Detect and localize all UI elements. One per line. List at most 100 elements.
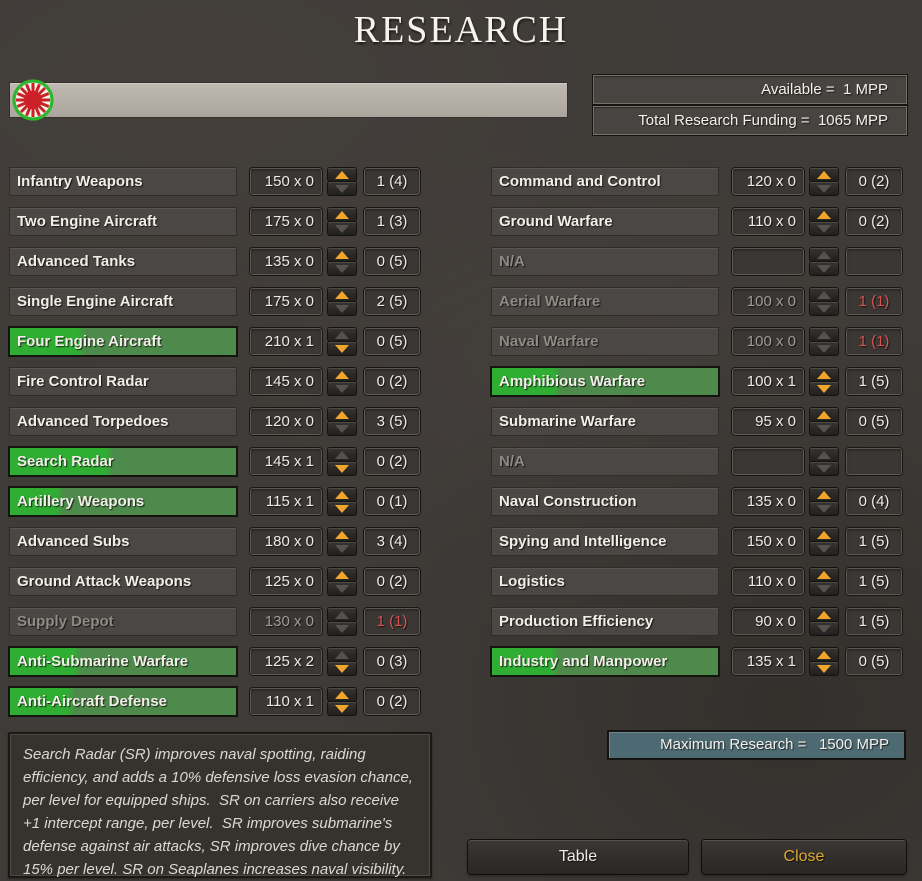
research-item-label[interactable]: Ground Attack Weapons bbox=[10, 568, 236, 595]
research-item-label[interactable]: Advanced Tanks bbox=[10, 248, 236, 275]
research-row-advanced-torpedoes: Advanced Torpedoes 120 x 0 3 (5) bbox=[10, 408, 420, 435]
investment-cost-value: 135 x 0 bbox=[250, 248, 322, 275]
research-item-label[interactable]: Command and Control bbox=[492, 168, 718, 195]
research-row-spying-and-intelligence: Spying and Intelligence 150 x 0 1 (5) bbox=[492, 528, 902, 555]
arrow-up-icon bbox=[335, 370, 349, 379]
increase-investment-button[interactable] bbox=[810, 568, 838, 581]
increase-investment-button[interactable] bbox=[328, 208, 356, 221]
research-level-value: 0 (2) bbox=[846, 168, 902, 195]
research-level-value: 3 (4) bbox=[364, 528, 420, 555]
increase-investment-button[interactable] bbox=[328, 488, 356, 501]
research-level-value: 2 (5) bbox=[364, 288, 420, 315]
research-item-label[interactable]: Advanced Subs bbox=[10, 528, 236, 555]
investment-cost-value: 175 x 0 bbox=[250, 208, 322, 235]
arrow-up-icon bbox=[335, 170, 349, 179]
decrease-investment-button[interactable] bbox=[810, 382, 838, 395]
increase-investment-button[interactable] bbox=[328, 168, 356, 181]
increase-investment-button[interactable] bbox=[328, 688, 356, 701]
increase-investment-button[interactable] bbox=[810, 408, 838, 421]
research-item-label[interactable]: Artillery Weapons bbox=[10, 488, 236, 515]
decrease-investment-button[interactable] bbox=[810, 662, 838, 675]
increase-investment-button[interactable] bbox=[328, 368, 356, 381]
increase-investment-button[interactable] bbox=[328, 288, 356, 301]
decrease-investment-button bbox=[328, 422, 356, 435]
increase-investment-button[interactable] bbox=[328, 528, 356, 541]
research-level-value: 0 (2) bbox=[364, 368, 420, 395]
increase-investment-button[interactable] bbox=[810, 368, 838, 381]
research-item-label[interactable]: Advanced Torpedoes bbox=[10, 408, 236, 435]
decrease-investment-button bbox=[810, 262, 838, 275]
arrow-up-icon bbox=[817, 330, 831, 339]
research-level-value: 1 (1) bbox=[846, 328, 902, 355]
research-item-label[interactable]: Production Efficiency bbox=[492, 608, 718, 635]
research-row-advanced-tanks: Advanced Tanks 135 x 0 0 (5) bbox=[10, 248, 420, 275]
arrow-down-icon bbox=[335, 544, 349, 553]
decrease-investment-button[interactable] bbox=[328, 662, 356, 675]
arrow-up-icon bbox=[335, 330, 349, 339]
research-level-value: 1 (5) bbox=[846, 528, 902, 555]
arrow-up-icon bbox=[335, 250, 349, 259]
decrease-investment-button[interactable] bbox=[328, 462, 356, 475]
research-item-label[interactable]: Anti-Submarine Warfare bbox=[10, 648, 236, 675]
research-row-production-efficiency: Production Efficiency 90 x 0 1 (5) bbox=[492, 608, 902, 635]
close-button[interactable]: Close bbox=[702, 840, 906, 874]
decrease-investment-button[interactable] bbox=[328, 702, 356, 715]
increase-investment-button[interactable] bbox=[810, 168, 838, 181]
increase-investment-button bbox=[810, 448, 838, 461]
investment-spinner bbox=[810, 568, 838, 595]
research-item-label[interactable]: Naval Construction bbox=[492, 488, 718, 515]
increase-investment-button[interactable] bbox=[810, 528, 838, 541]
research-level-value: 0 (5) bbox=[364, 248, 420, 275]
decrease-investment-button bbox=[810, 302, 838, 315]
arrow-down-icon bbox=[817, 304, 831, 313]
decrease-investment-button bbox=[328, 182, 356, 195]
decrease-investment-button[interactable] bbox=[328, 502, 356, 515]
research-item-label[interactable]: Logistics bbox=[492, 568, 718, 595]
research-item-label[interactable]: Submarine Warfare bbox=[492, 408, 718, 435]
arrow-down-icon bbox=[335, 384, 349, 393]
arrow-down-icon bbox=[817, 504, 831, 513]
increase-investment-button bbox=[810, 248, 838, 261]
research-item-label[interactable]: Ground Warfare bbox=[492, 208, 718, 235]
research-row-amphibious-warfare: Amphibious Warfare 100 x 1 1 (5) bbox=[492, 368, 902, 395]
arrow-down-icon bbox=[335, 464, 349, 473]
research-level-value: 1 (1) bbox=[846, 288, 902, 315]
increase-investment-button[interactable] bbox=[328, 568, 356, 581]
research-item-label[interactable]: Two Engine Aircraft bbox=[10, 208, 236, 235]
table-button[interactable]: Table bbox=[468, 840, 688, 874]
research-item-label[interactable]: Fire Control Radar bbox=[10, 368, 236, 395]
increase-investment-button[interactable] bbox=[328, 408, 356, 421]
decrease-investment-button[interactable] bbox=[328, 342, 356, 355]
research-level-value: 0 (2) bbox=[364, 688, 420, 715]
research-item-label[interactable]: Single Engine Aircraft bbox=[10, 288, 236, 315]
investment-spinner bbox=[328, 368, 356, 395]
investment-spinner bbox=[810, 408, 838, 435]
investment-cost-value: 110 x 1 bbox=[250, 688, 322, 715]
investment-cost-value: 100 x 0 bbox=[732, 288, 804, 315]
research-level-value: 0 (1) bbox=[364, 488, 420, 515]
arrow-down-icon bbox=[817, 584, 831, 593]
investment-cost-value: 95 x 0 bbox=[732, 408, 804, 435]
investment-cost-value: 210 x 1 bbox=[250, 328, 322, 355]
research-item-label[interactable]: Four Engine Aircraft bbox=[10, 328, 236, 355]
arrow-up-icon bbox=[817, 650, 831, 659]
increase-investment-button[interactable] bbox=[810, 208, 838, 221]
arrow-down-icon bbox=[817, 664, 831, 673]
increase-investment-button bbox=[328, 448, 356, 461]
research-item-label[interactable]: Spying and Intelligence bbox=[492, 528, 718, 555]
research-item-label[interactable]: Infantry Weapons bbox=[10, 168, 236, 195]
arrow-down-icon bbox=[817, 464, 831, 473]
research-item-label[interactable]: Industry and Manpower bbox=[492, 648, 718, 675]
increase-investment-button[interactable] bbox=[810, 648, 838, 661]
increase-investment-button[interactable] bbox=[328, 248, 356, 261]
increase-investment-button[interactable] bbox=[810, 488, 838, 501]
research-item-label[interactable]: Search Radar bbox=[10, 448, 236, 475]
research-item-label[interactable]: Anti-Aircraft Defense bbox=[10, 688, 236, 715]
investment-spinner bbox=[328, 328, 356, 355]
research-item-label[interactable]: Amphibious Warfare bbox=[492, 368, 718, 395]
increase-investment-button[interactable] bbox=[810, 608, 838, 621]
research-level-value: 0 (2) bbox=[364, 448, 420, 475]
investment-cost-value: 150 x 0 bbox=[732, 528, 804, 555]
research-row-fire-control-radar: Fire Control Radar 145 x 0 0 (2) bbox=[10, 368, 420, 395]
research-row-logistics: Logistics 110 x 0 1 (5) bbox=[492, 568, 902, 595]
